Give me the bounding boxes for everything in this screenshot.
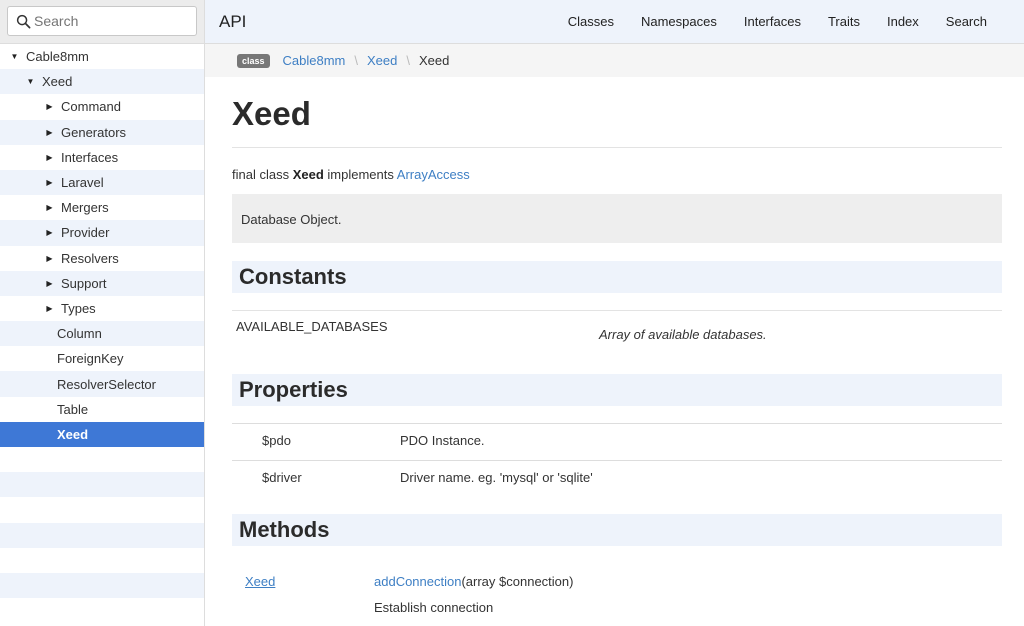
caret-down-icon[interactable]: ▼ (10, 52, 19, 61)
declaration-prefix: final class (232, 167, 290, 182)
tree-item-resolverselector[interactable]: ResolverSelector (0, 371, 204, 397)
tree-item-foreignkey[interactable]: ForeignKey (0, 346, 204, 371)
nav-interfaces[interactable]: Interfaces (744, 14, 801, 29)
property-description: Driver name. eg. 'mysql' or 'sqlite' (400, 470, 593, 485)
breadcrumb-link-xeed[interactable]: Xeed (367, 53, 397, 68)
breadcrumb-current: Xeed (419, 53, 450, 68)
search-area (0, 0, 204, 44)
tree-item-table[interactable]: Table (0, 397, 204, 422)
caret-right-icon[interactable]: ▶ (45, 254, 54, 263)
caret-right-icon[interactable]: ▶ (45, 304, 54, 313)
page-title: Xeed (232, 95, 311, 132)
caret-right-icon[interactable]: ▶ (45, 279, 54, 288)
property-description: PDO Instance. (400, 433, 485, 448)
class-description: Database Object. (232, 194, 1002, 243)
properties-heading: Properties (232, 374, 1002, 406)
caret-right-icon[interactable]: ▶ (45, 102, 54, 111)
interface-link[interactable]: ArrayAccess (397, 167, 470, 182)
tree-item-support[interactable]: ▶ Support (0, 270, 204, 296)
constant-description: Array of available databases. (599, 327, 767, 342)
tree-item-label: Table (57, 401, 89, 417)
search-icon (16, 14, 31, 28)
tree-empty-row (0, 522, 204, 548)
namespace-tree: ▼ Cable8mm ▼ Xeed ▶ Command ▶ Generators ▶ Interf… (0, 44, 204, 623)
tree-item-label: ForeignKey (57, 351, 124, 367)
tree-empty-row (0, 572, 204, 599)
search-input[interactable] (34, 13, 184, 29)
method-arguments: (array $connection) (461, 574, 574, 589)
method-signature: addConnection(array $connection) (374, 574, 573, 589)
sidebar: ▼ Cable8mm ▼ Xeed ▶ Command ▶ Generators ▶ Interf… (0, 0, 205, 626)
tree-item-label: Mergers (61, 200, 109, 216)
tree-item-label: Resolvers (61, 250, 119, 266)
tree-item-label: Cable8mm (26, 49, 89, 65)
methods-heading: Methods (232, 514, 1002, 546)
caret-right-icon[interactable]: ▶ (45, 228, 54, 237)
declaration-implements: implements (327, 167, 394, 182)
method-description: Establish connection (374, 600, 494, 615)
tree-item-label: Xeed (42, 74, 73, 90)
tree-item-label: Generators (61, 124, 127, 140)
method-return-type-link[interactable]: Xeed (245, 574, 275, 589)
tree-item-generators[interactable]: ▶ Generators (0, 119, 204, 145)
breadcrumb: class Cable8mm \ Xeed \ Xeed (205, 44, 1024, 77)
method-row: Xeed addConnection(array $connection) Es… (232, 546, 1002, 616)
breadcrumb-separator: \ (406, 53, 411, 68)
nav-index[interactable]: Index (887, 14, 919, 29)
caret-right-icon[interactable]: ▶ (45, 128, 54, 137)
constant-name: AVAILABLE_DATABASES (236, 319, 388, 334)
tree-item-mergers[interactable]: ▶ Mergers (0, 195, 204, 220)
title-divider (232, 147, 1002, 148)
tree-empty-row (0, 598, 204, 623)
property-row: $driver Driver name. eg. 'mysql' or 'sql… (232, 460, 1002, 497)
caret-right-icon[interactable]: ▶ (45, 203, 54, 212)
top-navbar: API Classes Namespaces Interfaces Traits… (205, 0, 1024, 44)
class-declaration: final class Xeed implements ArrayAccess (232, 167, 1002, 185)
tree-item-label: Types (61, 300, 96, 316)
nav-namespaces[interactable]: Namespaces (641, 14, 717, 29)
caret-right-icon[interactable]: ▶ (45, 153, 54, 162)
tree-item-interfaces[interactable]: ▶ Interfaces (0, 145, 204, 170)
tree-empty-row (0, 497, 204, 522)
tree-item-resolvers[interactable]: ▶ Resolvers (0, 246, 204, 271)
tree-item-cable8mm[interactable]: ▼ Cable8mm (0, 44, 204, 69)
tree-item-provider[interactable]: ▶ Provider (0, 220, 204, 246)
tree-item-label: ResolverSelector (57, 376, 156, 392)
nav-classes[interactable]: Classes (568, 14, 614, 29)
main-nav: Classes Namespaces Interfaces Traits Ind… (541, 14, 987, 29)
tree-item-label: Provider (61, 225, 110, 241)
tree-item-label: Column (57, 326, 102, 342)
breadcrumb-link-cable8mm[interactable]: Cable8mm (283, 53, 346, 68)
caret-down-icon[interactable]: ▼ (26, 77, 35, 86)
tree-empty-row (0, 472, 204, 498)
tree-empty-row (0, 447, 204, 472)
tree-item-laravel[interactable]: ▶ Laravel (0, 169, 204, 196)
tree-item-column[interactable]: Column (0, 321, 204, 347)
nav-traits[interactable]: Traits (828, 14, 860, 29)
tree-item-label: Command (61, 99, 121, 115)
tree-item-label: Laravel (61, 175, 104, 191)
search-box[interactable] (7, 6, 197, 36)
constant-row: AVAILABLE_DATABASES Array of available d… (232, 311, 1002, 357)
tree-empty-row (0, 548, 204, 573)
tree-item-command[interactable]: ▶ Command (0, 94, 204, 119)
tree-item-xeed[interactable]: ▼ Xeed (0, 69, 204, 95)
constants-heading: Constants (232, 261, 1002, 293)
tree-item-label: Interfaces (61, 149, 119, 165)
caret-right-icon[interactable]: ▶ (45, 178, 54, 187)
property-row: $pdo PDO Instance. (232, 423, 1002, 460)
declaration-class-name: Xeed (292, 167, 324, 182)
nav-search[interactable]: Search (946, 14, 987, 29)
tree-item-label: Xeed (57, 426, 89, 442)
tree-item-label: Support (61, 275, 107, 291)
breadcrumb-separator: \ (354, 53, 359, 68)
tree-item-xeed[interactable]: Xeed (0, 421, 204, 447)
property-name: $pdo (262, 433, 291, 448)
tree-item-types[interactable]: ▶ Types (0, 296, 204, 321)
brand-link[interactable]: API (219, 12, 246, 32)
property-name: $driver (262, 470, 302, 485)
main-content: Xeed final class Xeed implements ArrayAc… (232, 77, 1002, 616)
method-name-link[interactable]: addConnection (374, 574, 461, 589)
class-badge: class (237, 53, 270, 68)
